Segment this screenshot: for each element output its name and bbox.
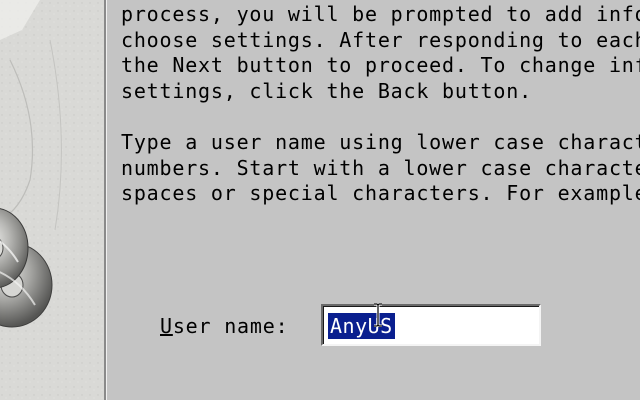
ibeam-cursor-icon bbox=[374, 303, 382, 327]
panel-divider bbox=[104, 0, 106, 400]
username-input-selected-text[interactable]: AnyUS bbox=[328, 313, 395, 339]
instructions-paragraph-2: Type a user name using lower case charac… bbox=[121, 130, 640, 205]
username-input[interactable]: AnyUS bbox=[321, 304, 541, 346]
cd-discs-art-icon bbox=[0, 0, 104, 400]
username-label-text: ser name: bbox=[172, 314, 289, 338]
username-label: User name: bbox=[160, 314, 288, 338]
installer-page: process, you will be prompted to add inf… bbox=[0, 0, 640, 400]
username-label-accelerator: U bbox=[160, 314, 173, 338]
instructions-paragraph-1: process, you will be prompted to add inf… bbox=[121, 2, 640, 103]
